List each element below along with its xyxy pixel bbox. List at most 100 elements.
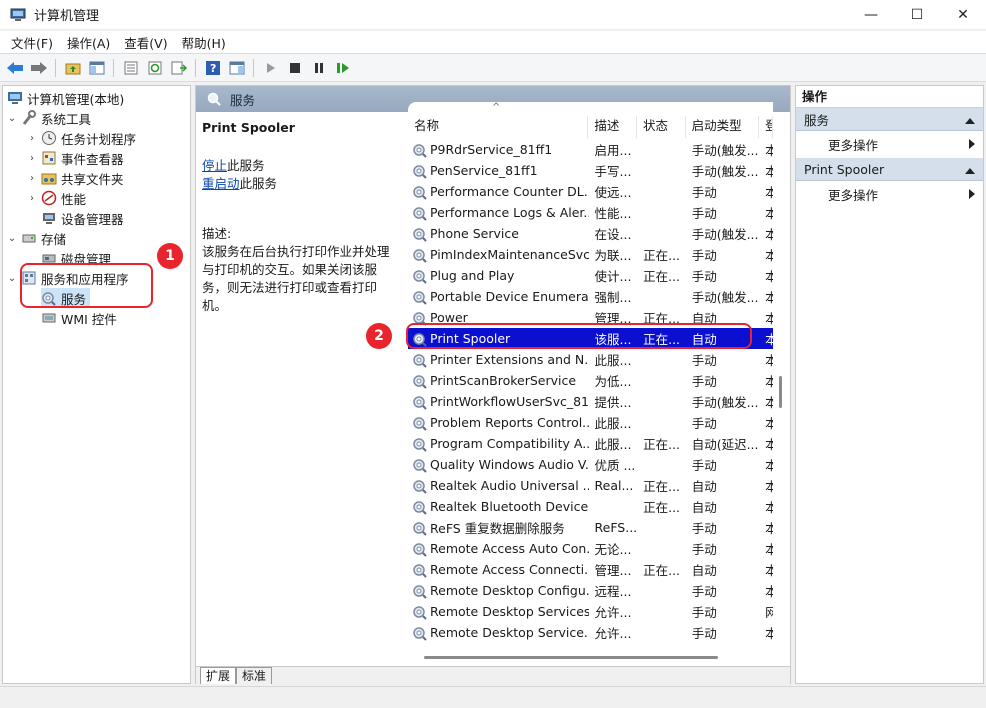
expand-chevron-icon[interactable]: › <box>27 153 37 164</box>
restart-service-link[interactable]: 重启动 <box>202 176 240 191</box>
actions-pane: 操作 服务 更多操作 Print Spooler 更多操作 <box>795 85 984 684</box>
menu-help[interactable]: 帮助(H) <box>175 33 233 52</box>
service-row[interactable]: Quality Windows Audio V... 优质 ... 手动 本 <box>408 454 773 475</box>
collapse-chevron-icon[interactable]: ⌄ <box>7 273 17 284</box>
show-hide-tree-icon[interactable] <box>86 57 107 78</box>
window-title: 计算机管理 <box>34 9 100 24</box>
service-gear-icon <box>412 142 428 158</box>
service-row[interactable]: Remote Desktop Configu... 远程... 手动 本 <box>408 580 773 601</box>
column-logon[interactable]: 登 <box>759 116 773 138</box>
tree-item-root[interactable]: 计算机管理(本地) <box>7 88 124 108</box>
forward-arrow-icon[interactable] <box>28 57 49 78</box>
close-button[interactable]: ✕ <box>940 0 986 30</box>
service-row[interactable]: PimIndexMaintenanceSvc... 为联... 正在... 手动 本 <box>408 244 773 265</box>
horizontal-scrollbar-thumb[interactable] <box>424 656 718 659</box>
service-row[interactable]: PrintScanBrokerService 为低... 手动 本 <box>408 370 773 391</box>
column-status[interactable]: 状态 <box>637 116 686 138</box>
minimize-button[interactable]: — <box>848 0 894 30</box>
service-desc-cell: 启用... <box>594 143 632 158</box>
menu-view[interactable]: 查看(V) <box>117 33 174 52</box>
highlight-box-print-spooler <box>406 323 752 349</box>
service-row[interactable]: Realtek Bluetooth Device... 正在... 自动 本 <box>408 496 773 517</box>
menu-file[interactable]: 文件(F) <box>4 33 60 52</box>
service-row[interactable]: Plug and Play 使计... 正在... 手动 本 <box>408 265 773 286</box>
tree-label: 存储 <box>41 231 67 247</box>
view-tabs: 扩展 标准 <box>196 666 790 684</box>
service-name-cell: Printer Extensions and N... <box>430 352 589 367</box>
tree-item-wmi[interactable]: WMI 控件 <box>41 308 117 328</box>
properties-icon[interactable] <box>120 57 141 78</box>
tab-extended[interactable]: 扩展 <box>200 667 237 684</box>
toolbar-separator <box>195 58 196 77</box>
service-name-cell: Phone Service <box>430 226 519 241</box>
expand-chevron-icon[interactable]: › <box>27 193 37 204</box>
help-icon[interactable]: ? <box>202 57 223 78</box>
vertical-scrollbar-thumb[interactable] <box>779 376 782 408</box>
service-startup-cell: 手动(触发... <box>691 395 759 410</box>
tree-item-device-manager[interactable]: 设备管理器 <box>41 208 124 228</box>
service-row[interactable]: PenService_81ff1 手写... 手动(触发... 本 <box>408 160 773 181</box>
service-name-cell: Performance Logs & Aler... <box>430 205 589 220</box>
expand-chevron-icon[interactable]: › <box>27 133 37 144</box>
service-row[interactable]: Problem Reports Control... 此服... 手动 本 <box>408 412 773 433</box>
refresh-icon[interactable] <box>144 57 165 78</box>
service-logon-cell: 本 <box>765 395 773 410</box>
actions-section-print-spooler[interactable]: Print Spooler <box>796 158 983 181</box>
service-logon-cell: 本 <box>765 269 773 284</box>
service-startup-cell: 自动 <box>691 563 717 578</box>
tree-item-performance[interactable]: › 性能 <box>27 188 86 208</box>
more-actions-services[interactable]: 更多操作 <box>796 131 983 158</box>
stop-service-link[interactable]: 停止 <box>202 158 227 173</box>
service-row[interactable]: Remote Access Connecti... 管理... 正在... 自动 本 <box>408 559 773 580</box>
service-row[interactable]: Remote Desktop Service... 允许... 手动 本 <box>408 622 773 643</box>
back-arrow-icon[interactable] <box>4 57 25 78</box>
service-status-cell: 正在... <box>643 479 681 494</box>
column-description[interactable]: 描述 <box>588 116 638 138</box>
pause-service-icon[interactable] <box>308 57 329 78</box>
service-gear-icon <box>412 499 428 515</box>
actions-section-services[interactable]: 服务 <box>796 108 983 131</box>
service-name-cell: Remote Desktop Configu... <box>430 583 589 598</box>
service-row[interactable]: PrintWorkflowUserSvc_81... 提供... 手动(触发... 本 <box>408 391 773 412</box>
collapse-up-arrow-icon[interactable] <box>965 162 975 177</box>
service-name-cell: ReFS 重复数据删除服务 <box>430 521 565 536</box>
start-service-icon[interactable] <box>260 57 281 78</box>
service-row[interactable]: Remote Access Auto Con... 无论... 手动 本 <box>408 538 773 559</box>
up-folder-icon[interactable] <box>62 57 83 78</box>
service-name-cell: Program Compatibility A... <box>430 436 589 451</box>
tree-item-system-tools[interactable]: ⌄ 系统工具 <box>7 108 91 128</box>
action-pane-icon[interactable] <box>226 57 247 78</box>
export-list-icon[interactable] <box>168 57 189 78</box>
column-startup-type[interactable]: 启动类型 <box>686 116 760 138</box>
service-row[interactable]: Performance Logs & Aler... 性能... 手动 本 <box>408 202 773 223</box>
tree-label: 事件查看器 <box>61 151 124 167</box>
maximize-button[interactable]: ☐ <box>894 0 940 30</box>
expand-chevron-icon[interactable]: › <box>27 173 37 184</box>
service-row[interactable]: Performance Counter DL... 使远... 手动 本 <box>408 181 773 202</box>
column-name[interactable]: 名称 <box>408 116 589 138</box>
collapse-chevron-icon[interactable]: ⌄ <box>7 113 17 124</box>
more-actions-print-spooler[interactable]: 更多操作 <box>796 181 983 208</box>
restart-service-icon[interactable] <box>332 57 353 78</box>
service-row[interactable]: P9RdrService_81ff1 启用... 手动(触发... 本 <box>408 139 773 160</box>
service-row[interactable]: ReFS 重复数据删除服务 ReFS... 手动 本 <box>408 517 773 538</box>
service-row[interactable]: Printer Extensions and N... 此服... 手动 本 <box>408 349 773 370</box>
service-row[interactable]: Remote Desktop Services 允许... 手动 网 <box>408 601 773 622</box>
tree-item-event-viewer[interactable]: › 事件查看器 <box>27 148 124 168</box>
horizontal-scrollbar[interactable] <box>408 649 773 665</box>
collapse-chevron-icon[interactable]: ⌄ <box>7 233 17 244</box>
tree-item-task-scheduler[interactable]: › 任务计划程序 <box>27 128 136 148</box>
service-row[interactable]: Program Compatibility A... 此服... 正在... 自动(延… <box>408 433 773 454</box>
service-row[interactable]: Realtek Audio Universal ... Real... 正在... 自… <box>408 475 773 496</box>
tree-item-storage[interactable]: ⌄ 存储 <box>7 228 66 248</box>
service-row[interactable]: Portable Device Enumera... 强制... 手动(触发... 本 <box>408 286 773 307</box>
service-name-cell: Plug and Play <box>430 268 515 283</box>
tree-item-shared-folders[interactable]: › 共享文件夹 <box>27 168 124 188</box>
collapse-up-arrow-icon[interactable] <box>965 112 975 127</box>
menu-action[interactable]: 操作(A) <box>60 33 117 52</box>
service-gear-icon <box>412 289 428 305</box>
service-row[interactable]: Phone Service 在设... 手动(触发... 本 <box>408 223 773 244</box>
stop-service-icon[interactable] <box>284 57 305 78</box>
service-name-cell: Problem Reports Control... <box>430 415 589 430</box>
tab-standard[interactable]: 标准 <box>236 667 273 684</box>
